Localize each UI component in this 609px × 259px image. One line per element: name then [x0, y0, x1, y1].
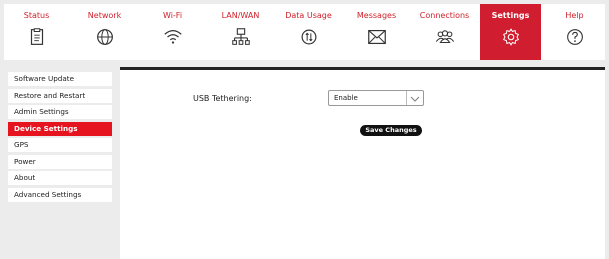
tab-help[interactable]: Help: [544, 4, 605, 60]
tab-network[interactable]: Network: [74, 4, 135, 60]
sidebar-item-advanced-settings[interactable]: Advanced Settings: [8, 187, 112, 202]
usb-tethering-value: Enable: [334, 94, 358, 102]
sidebar-item-about[interactable]: About: [8, 171, 112, 185]
tab-connections[interactable]: Connections: [414, 4, 475, 60]
settings-panel: USB Tethering: Enable Save Changes: [120, 67, 605, 259]
sidebar-item-software-update[interactable]: Software Update: [8, 72, 112, 86]
sidebar-item-restore-and-restart[interactable]: Restore and Restart: [8, 88, 112, 103]
data-usage-icon: [298, 26, 320, 48]
sidebar-item-power[interactable]: Power: [8, 154, 112, 169]
tab-status[interactable]: Status: [6, 4, 67, 60]
tab-label: Status: [23, 11, 50, 20]
tab-settings[interactable]: Settings: [480, 4, 541, 60]
tab-label: Network: [87, 11, 122, 20]
sidebar-item-gps[interactable]: GPS: [8, 138, 112, 152]
save-changes-button[interactable]: Save Changes: [360, 125, 422, 136]
globe-icon: [94, 26, 116, 48]
tab-wifi[interactable]: Wi-Fi: [142, 4, 203, 60]
wifi-icon: [162, 26, 184, 48]
gear-icon: [500, 26, 522, 48]
users-icon: [434, 26, 456, 48]
lan-icon: [230, 26, 252, 48]
tab-label: Wi-Fi: [162, 11, 183, 20]
usb-tethering-select[interactable]: Enable: [328, 90, 424, 106]
chevron-down-icon[interactable]: [406, 91, 423, 105]
sidebar-menu: Software Update Restore and Restart Admi…: [8, 72, 112, 204]
tab-lan-wan[interactable]: LAN/WAN: [210, 4, 271, 60]
top-navigation: Status Network Wi-Fi LAN/WAN Data Usage …: [4, 4, 605, 60]
tab-label: Messages: [356, 11, 397, 20]
help-icon: [564, 26, 586, 48]
tab-messages[interactable]: Messages: [346, 4, 407, 60]
envelope-icon: [366, 26, 388, 48]
sidebar-item-device-settings[interactable]: Device Settings: [8, 121, 112, 136]
usb-tethering-label: USB Tethering:: [193, 94, 252, 103]
tab-label: LAN/WAN: [221, 11, 260, 20]
sidebar-item-admin-settings[interactable]: Admin Settings: [8, 105, 112, 119]
clipboard-icon: [26, 26, 48, 48]
tab-label: Connections: [419, 11, 470, 20]
tab-data-usage[interactable]: Data Usage: [278, 4, 339, 60]
tab-label: Help: [565, 11, 584, 20]
tab-label: Data Usage: [285, 11, 332, 20]
tab-label: Settings: [491, 11, 530, 20]
